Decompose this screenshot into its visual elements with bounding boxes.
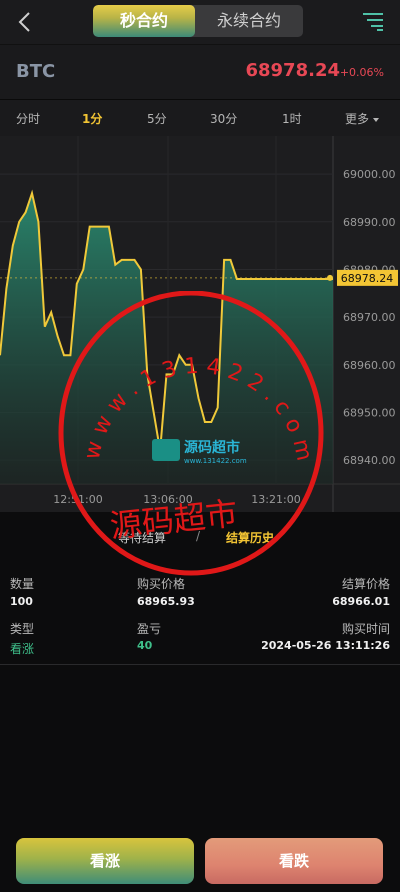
ticker-bar: BTC 68978.24 +0.06% (0, 44, 400, 99)
timeframe-more[interactable]: 更多 (345, 110, 380, 127)
x-tick-label: 12:51:00 (53, 493, 102, 506)
price-area (0, 193, 333, 484)
tab-settlement-history[interactable]: 结算历史 (226, 529, 274, 546)
buy-time-label: 购买时间 (341, 622, 390, 636)
price-change: +0.06% (339, 66, 384, 79)
timeframe-30m[interactable]: 30分 (210, 110, 237, 127)
back-arrow-icon[interactable] (14, 10, 36, 34)
y-tick-label: 68950.00 (343, 406, 396, 419)
filter-menu-icon[interactable] (362, 10, 384, 32)
last-price-tag-label: 68978.24 (341, 272, 394, 285)
tab-separator: / (196, 529, 201, 543)
buy-down-button[interactable]: 看跌 (205, 838, 383, 884)
tab-perpetual-contract[interactable]: 永续合约 (195, 5, 303, 37)
settlement-record: 数量 100 购买价格 68965.93 结算价格 68966.01 类型 看涨… (0, 564, 400, 665)
quantity-value: 100 (10, 595, 33, 608)
type-value: 看涨 (10, 642, 35, 656)
tab-pending-settlement[interactable]: 等待结算 (118, 529, 166, 546)
settle-price-value: 68966.01 (332, 595, 390, 608)
quantity-label: 数量 (10, 577, 35, 591)
contract-type-switch: 秒合约 永续合约 (93, 5, 303, 37)
result-tabs: 等待结算 / 结算历史 (0, 512, 400, 562)
chart-canvas: 69000.0068990.0068980.0068970.0068960.00… (0, 136, 400, 512)
timeframe-more-label: 更多 (345, 112, 370, 126)
timeframe-1m[interactable]: 1分 (82, 110, 102, 127)
settle-price-label: 结算价格 (341, 577, 390, 591)
chevron-down-icon (373, 117, 380, 122)
tab-second-contract[interactable]: 秒合约 (93, 5, 195, 37)
pnl-value: 40 (137, 639, 153, 652)
top-bar: 秒合约 永续合约 (0, 0, 400, 44)
buy-price-value: 68965.93 (137, 595, 195, 608)
y-tick-label: 68940.00 (343, 454, 396, 467)
buy-up-button[interactable]: 看涨 (16, 838, 194, 884)
pnl-label: 盈亏 (137, 622, 162, 636)
last-price-dot (327, 274, 333, 281)
x-tick-label: 13:21:00 (251, 493, 300, 506)
buy-time-value: 2024-05-26 13:11:26 (261, 639, 390, 652)
y-tick-label: 68990.00 (343, 216, 396, 229)
buy-price-label: 购买价格 (137, 577, 186, 591)
timeframe-5m[interactable]: 5分 (147, 110, 167, 127)
y-tick-label: 69000.00 (343, 168, 396, 181)
price-chart[interactable]: 69000.0068990.0068980.0068970.0068960.00… (0, 136, 400, 512)
type-label: 类型 (10, 622, 35, 636)
timeframe-1h[interactable]: 1时 (282, 110, 302, 127)
y-tick-label: 68960.00 (343, 359, 396, 372)
symbol-label: BTC (16, 61, 56, 82)
last-price: 68978.24 (245, 60, 340, 81)
y-tick-label: 68970.00 (343, 311, 396, 324)
timeframe-line[interactable]: 分时 (16, 110, 40, 127)
x-tick-label: 13:06:00 (143, 493, 192, 506)
timeframe-bar: 分时 1分 5分 30分 1时 更多 (0, 99, 400, 136)
